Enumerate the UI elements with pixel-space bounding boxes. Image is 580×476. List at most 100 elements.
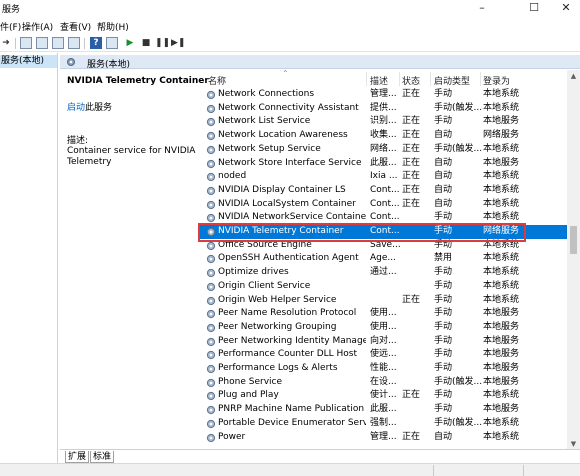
gear-icon — [206, 351, 216, 360]
service-description: 通过... — [370, 267, 397, 278]
table-row[interactable]: Performance Logs & Alerts 性能... 手动 本地服务 — [200, 362, 567, 376]
service-logon-as: 本地服务 — [483, 335, 520, 346]
tab-extended[interactable]: 扩展 — [65, 451, 90, 463]
service-description: 使计... — [370, 390, 397, 401]
table-row[interactable]: Network Location Awareness 收集... 正在 自动 网络服务 — [200, 129, 567, 143]
table-row[interactable]: Optimize drives 通过... 手动 本地系统 — [200, 266, 567, 280]
menu-file[interactable]: 件(F) — [0, 20, 21, 33]
column-divider[interactable] — [480, 72, 481, 86]
service-name: Power — [218, 431, 246, 442]
gear-icon — [206, 405, 216, 415]
service-name: Network Setup Service — [218, 143, 321, 154]
table-row[interactable]: NVIDIA NetworkService Container Cont... 手动… — [200, 211, 567, 225]
service-startup-type: 手动(触发... — [434, 376, 482, 387]
table-row[interactable]: Phone Service 在设... 手动(触发... 本地服务 — [200, 376, 567, 390]
table-row[interactable]: PNRP Machine Name Publication Ser... 此服..… — [200, 403, 567, 417]
service-name: Peer Name Resolution Protocol — [218, 308, 357, 319]
service-logon-as: 本地服务 — [483, 376, 520, 387]
gear-icon — [206, 90, 216, 100]
table-row[interactable]: Peer Networking Grouping 使用... 手动 本地服务 — [200, 321, 567, 335]
stop-service-icon[interactable]: ■ — [140, 37, 152, 49]
export-list-icon[interactable] — [68, 37, 80, 49]
service-name: Performance Counter DLL Host — [218, 349, 358, 360]
start-service-link[interactable]: 启动 — [67, 103, 85, 113]
service-logon-as: 本地系统 — [483, 239, 520, 250]
table-row[interactable]: Portable Device Enumerator Service 强制... 手… — [200, 417, 567, 431]
table-row[interactable]: Origin Client Service 手动 本地系统 — [200, 280, 567, 294]
forward-icon[interactable]: ➜ — [0, 37, 12, 49]
start-service-icon[interactable]: ▶ — [124, 37, 136, 49]
table-row[interactable]: Origin Web Helper Service 正在 手动 本地系统 — [200, 294, 567, 308]
service-name: Peer Networking Grouping — [218, 321, 337, 332]
minimize-button[interactable]: – — [468, 0, 496, 16]
restart-service-icon[interactable]: ▶❚ — [171, 37, 185, 49]
table-row[interactable]: Peer Networking Identity Manager 向对... 手动 本… — [200, 335, 567, 349]
column-divider[interactable] — [430, 72, 431, 86]
help-icon[interactable]: ? — [90, 37, 102, 49]
service-logon-as: 本地服务 — [483, 321, 520, 332]
table-row[interactable]: Performance Counter DLL Host 使远... 手动 本地服务 — [200, 348, 567, 362]
service-logon-as: 本地系统 — [483, 212, 520, 223]
scrollbar-thumb[interactable] — [570, 226, 577, 254]
column-divider[interactable] — [399, 72, 400, 86]
service-logon-as: 本地系统 — [483, 184, 520, 195]
show-console-tree-icon[interactable] — [20, 37, 32, 49]
column-header-startup-type[interactable]: 启动类型 — [434, 74, 470, 87]
service-logon-as: 本地服务 — [483, 349, 520, 360]
service-name: Network Location Awareness — [218, 130, 348, 141]
gear-icon — [206, 433, 216, 442]
console-icon[interactable] — [106, 37, 118, 49]
table-row[interactable]: NVIDIA LocalSystem Container Cont... 正在 自动 本… — [200, 198, 567, 212]
service-description: 识别... — [370, 116, 397, 127]
service-name: Peer Networking Identity Manager — [218, 335, 366, 346]
table-row[interactable]: Network Store Interface Service 此服... 正在 自动… — [200, 157, 567, 171]
gear-icon — [206, 255, 216, 264]
table-row[interactable]: Network Connections 管理... 正在 手动 本地系统 — [200, 88, 567, 102]
column-header-status[interactable]: 状态 — [402, 74, 420, 87]
services-list: ⌃ 名称 描述 状态 启动类型 登录为 Network Connections 管… — [200, 70, 567, 448]
pause-service-icon[interactable]: ❚❚ — [155, 37, 170, 49]
maximize-button[interactable]: ☐ — [520, 0, 548, 16]
service-status: 正在 — [402, 184, 421, 195]
column-header-name[interactable]: 名称 — [208, 74, 226, 87]
gear-icon — [206, 131, 216, 141]
service-name: Network List Service — [218, 116, 311, 127]
vertical-scrollbar[interactable]: ▲ ▼ — [567, 70, 580, 450]
gear-icon — [206, 296, 216, 305]
tree-node-services-local[interactable]: 服务(本地) — [0, 55, 57, 68]
service-name: OpenSSH Authentication Agent — [218, 253, 359, 264]
tab-standard[interactable]: 标准 — [90, 451, 115, 463]
table-row[interactable]: Office Source Engine Save... 手动 本地系统 — [200, 239, 567, 253]
service-startup-type: 手动 — [434, 335, 453, 346]
table-row[interactable]: OpenSSH Authentication Agent Age... 禁用 本地系统 — [200, 252, 567, 266]
view-tabs: 扩展 标准 — [60, 449, 580, 463]
table-row[interactable]: NVIDIA Telemetry Container Cont... 手动 网络服务 — [200, 225, 567, 239]
table-row[interactable]: NVIDIA Display Container LS Cont... 正在 自动 本地… — [200, 184, 567, 198]
close-button[interactable]: ✕ — [552, 0, 580, 16]
column-header-description[interactable]: 描述 — [370, 74, 388, 87]
service-description: 使用... — [370, 321, 397, 332]
table-row[interactable]: Network List Service 识别... 正在 手动 本地服务 — [200, 115, 567, 129]
scroll-up-icon[interactable]: ▲ — [567, 70, 580, 82]
service-startup-type: 手动 — [434, 212, 453, 223]
service-logon-as: 本地系统 — [483, 267, 520, 278]
column-header-logon-as[interactable]: 登录为 — [483, 74, 510, 87]
service-name: NVIDIA Telemetry Container — [218, 226, 344, 236]
menu-action[interactable]: 操作(A) — [22, 20, 53, 33]
properties-icon[interactable] — [36, 37, 48, 49]
gear-icon — [206, 419, 216, 428]
menu-help[interactable]: 帮助(H) — [97, 20, 129, 33]
table-row[interactable]: noded Ixia ... 正在 自动 本地系统 — [200, 170, 567, 184]
table-row[interactable]: Network Connectivity Assistant 提供... 手动(触发… — [200, 102, 567, 116]
table-row[interactable]: Power 管理... 正在 自动 本地系统 — [200, 431, 567, 445]
refresh-icon[interactable] — [52, 37, 64, 49]
table-row[interactable]: Peer Name Resolution Protocol 使用... 手动 本地服务 — [200, 307, 567, 321]
table-row[interactable]: Plug and Play 使计... 正在 手动 本地系统 — [200, 389, 567, 403]
service-logon-as: 本地系统 — [483, 417, 520, 428]
service-startup-type: 手动 — [434, 116, 453, 127]
table-row[interactable]: Network Setup Service 网络... 正在 手动(触发... 本地系统 — [200, 143, 567, 157]
menu-view[interactable]: 查看(V) — [60, 20, 91, 33]
gear-icon — [206, 337, 216, 346]
column-divider[interactable] — [366, 72, 367, 86]
service-name: NVIDIA NetworkService Container — [218, 212, 366, 223]
